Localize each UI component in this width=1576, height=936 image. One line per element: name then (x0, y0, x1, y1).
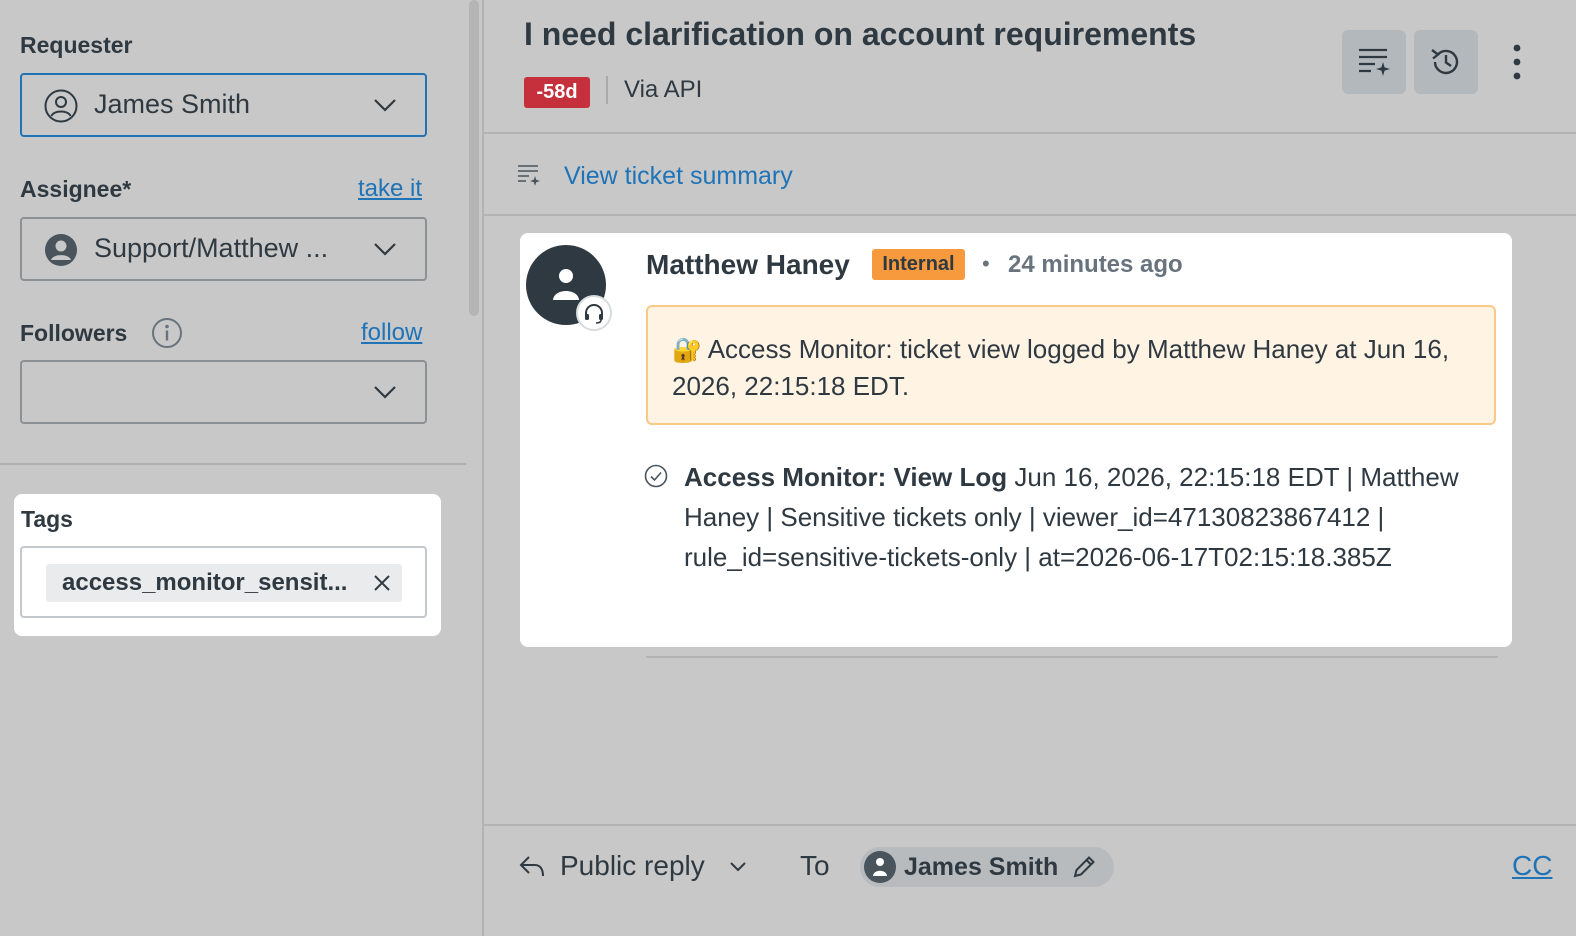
followers-label: Followers (20, 320, 128, 346)
user-silhouette-icon (873, 858, 887, 876)
reply-arrow-icon (519, 856, 544, 877)
info-icon[interactable] (151, 317, 183, 349)
chevron-down-icon (374, 386, 396, 399)
recipient-name: James Smith (904, 853, 1059, 881)
chevron-down-icon (374, 243, 396, 256)
headset-icon (585, 304, 603, 324)
assignee-label: Assignee* (20, 176, 132, 202)
tag-text: access_monitor_sensit... (62, 569, 348, 596)
tags-input[interactable]: access_monitor_sensit... (20, 546, 427, 618)
remove-tag-icon[interactable] (372, 573, 392, 593)
user-circle-icon (44, 89, 78, 123)
log-title: Access Monitor: View Log (684, 462, 1008, 492)
access-monitor-notice: 🔐 Access Monitor: ticket view logged by … (646, 305, 1496, 425)
reply-divider (484, 824, 1576, 826)
tag-chip[interactable]: access_monitor_sensit... (46, 564, 402, 602)
ticket-history-button[interactable] (1414, 30, 1478, 94)
internal-comment: Matthew Haney Internal • 24 minutes ago … (520, 233, 1512, 647)
history-icon (1431, 49, 1459, 75)
ticket-summary-button[interactable] (1342, 30, 1406, 94)
chevron-down-icon (374, 99, 396, 112)
requester-select[interactable]: James Smith (20, 73, 427, 137)
requester-value: James Smith (94, 89, 251, 119)
properties-scrollbar[interactable] (466, 0, 482, 320)
requester-label: Requester (20, 32, 133, 58)
cc-link[interactable]: CC (1512, 850, 1552, 882)
view-log-entry: Access Monitor: View Log Jun 16, 2026, 2… (684, 457, 1494, 577)
agent-badge (576, 295, 612, 331)
tags-label: Tags (21, 506, 73, 532)
ticket-properties-panel: Requester James Smith Assignee* take it … (0, 0, 482, 936)
ticket-title: I need clarification on account requirem… (524, 16, 1197, 52)
ticket-channel: Via API (624, 76, 703, 103)
summary-sparkle-icon (518, 165, 540, 186)
view-ticket-summary-link[interactable]: View ticket summary (564, 162, 793, 191)
comment-author[interactable]: Matthew Haney (646, 249, 850, 281)
header-divider (484, 132, 1576, 134)
recipient-avatar (864, 851, 896, 883)
reply-type-selector[interactable]: Public reply (560, 850, 705, 882)
follow-link[interactable]: follow (361, 319, 422, 347)
assignee-select[interactable]: Support/Matthew ... (20, 217, 427, 281)
ticket-conversation-panel: I need clarification on account requirem… (482, 0, 1576, 936)
thread-divider (646, 656, 1498, 658)
chevron-down-icon[interactable] (730, 861, 746, 873)
notice-text: Access Monitor: ticket view logged by Ma… (672, 334, 1450, 401)
check-circle-icon (644, 464, 668, 488)
to-label: To (800, 850, 830, 881)
meta-separator: • (982, 251, 990, 276)
take-it-link[interactable]: take it (358, 175, 422, 203)
assignee-value: Support/Matthew ... (94, 233, 329, 263)
followers-select[interactable] (20, 360, 427, 424)
more-options-icon[interactable] (1502, 40, 1532, 84)
section-divider (0, 463, 466, 465)
user-avatar-icon (45, 234, 77, 266)
scrollbar-thumb[interactable] (469, 0, 479, 316)
age-badge: -58d (524, 77, 590, 108)
header-separator (606, 76, 608, 104)
pencil-icon[interactable] (1070, 853, 1098, 881)
tags-section: Tags access_monitor_sensit... (14, 494, 441, 636)
comment-timestamp[interactable]: 24 minutes ago (1008, 251, 1183, 279)
summary-sparkle-icon (1359, 48, 1390, 76)
user-silhouette-icon (553, 269, 579, 300)
lock-key-icon: 🔐 (672, 336, 702, 364)
recipient-chip[interactable]: James Smith (860, 847, 1114, 887)
summary-divider (484, 214, 1576, 216)
internal-badge: Internal (872, 249, 965, 280)
